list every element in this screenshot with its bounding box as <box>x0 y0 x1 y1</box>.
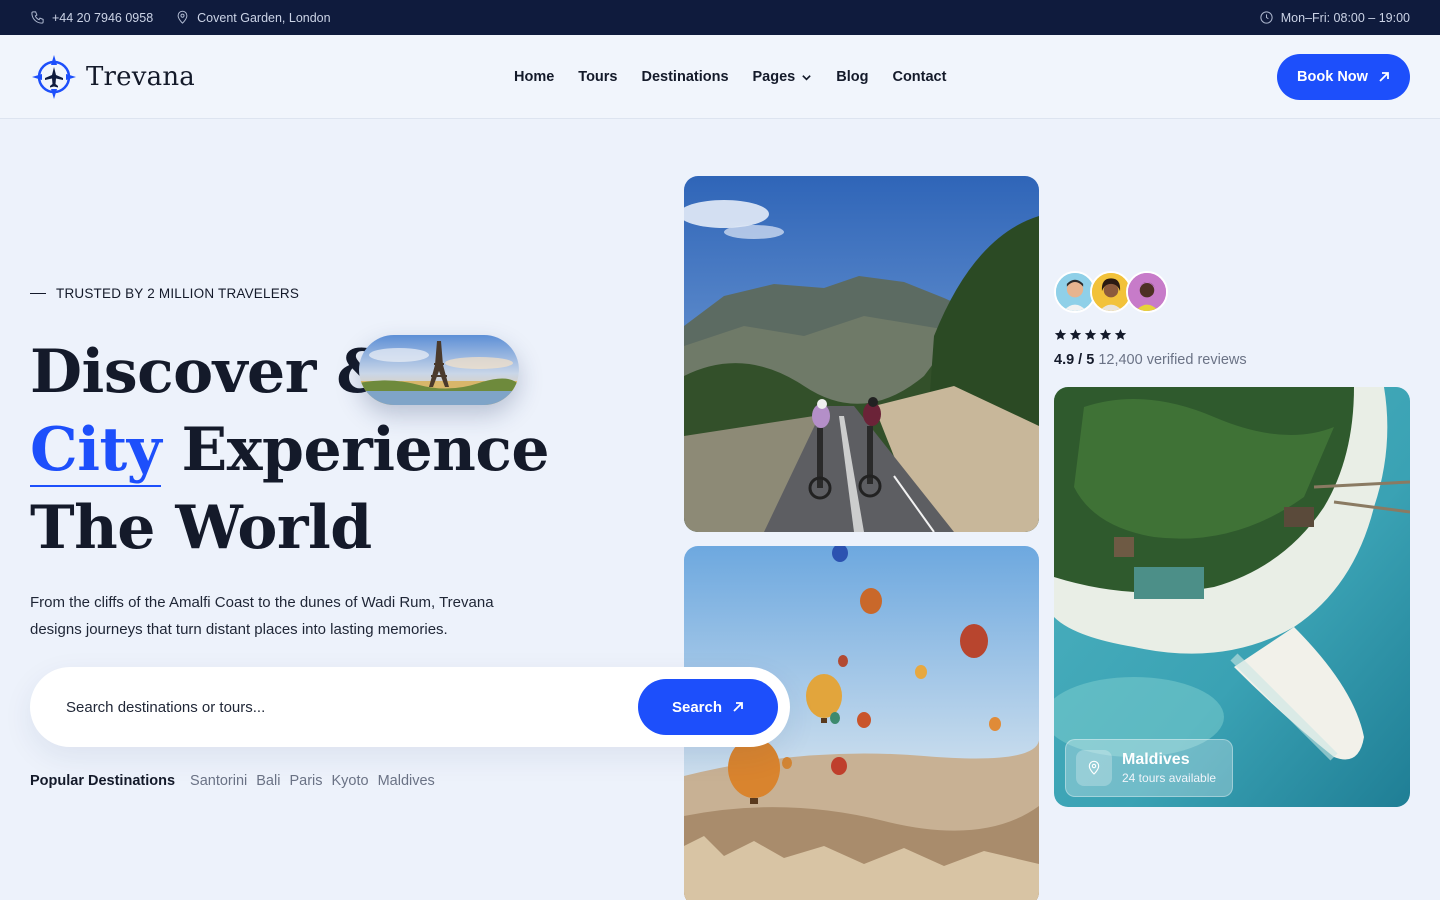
star-icon <box>1114 329 1127 340</box>
site-header: Trevana Home Tours Destinations Pages Bl… <box>0 35 1440 119</box>
search-input[interactable] <box>66 698 638 716</box>
popular-link-bali[interactable]: Bali <box>256 773 280 789</box>
popular-label: Popular Destinations <box>30 773 176 789</box>
rating-score: 4.9 / 5 <box>1054 352 1095 368</box>
destination-card[interactable]: Maldives 24 tours available <box>1065 739 1233 797</box>
reviewer-avatars <box>1054 271 1168 313</box>
star-icon <box>1099 329 1112 340</box>
book-now-label: Book Now <box>1297 68 1368 85</box>
hero-eyebrow: TRUSTED BY 2 MILLION TRAVELERS <box>30 286 299 301</box>
compass-plane-icon <box>32 54 76 99</box>
nav-blog[interactable]: Blog <box>836 69 868 85</box>
nav-home[interactable]: Home <box>514 69 554 85</box>
eyebrow-dash <box>30 292 46 295</box>
pin-badge <box>1076 750 1112 786</box>
rating-summary: 4.9 / 5 12,400 verified reviews <box>1054 352 1247 368</box>
search-bar: Search <box>30 667 790 747</box>
arrow-up-right-icon <box>1379 71 1389 82</box>
popular-destinations: Popular Destinations Santorini Bali Pari… <box>30 773 435 789</box>
clock-icon <box>1260 11 1273 24</box>
address-info: Covent Garden, London <box>175 10 331 25</box>
headline-line-2-rest: Experience <box>161 415 550 485</box>
popular-link-paris[interactable]: Paris <box>289 773 322 789</box>
search-button-label: Search <box>671 698 723 716</box>
star-icon <box>1084 329 1097 340</box>
destination-subtitle: 24 tours available <box>1122 771 1217 785</box>
map-pin-icon <box>177 10 188 24</box>
nav-tours[interactable]: Tours <box>578 69 617 85</box>
nav-pages-label: Pages <box>752 69 796 85</box>
cyclists-image <box>684 176 1039 532</box>
logo[interactable]: Trevana <box>30 53 195 101</box>
phone-info[interactable]: +44 20 7946 0958 <box>30 10 153 25</box>
arrow-up-right-icon <box>733 702 743 712</box>
map-pin-icon <box>1088 760 1100 775</box>
book-now-button[interactable]: Book Now <box>1277 53 1410 100</box>
popular-link-santorini[interactable]: Santorini <box>190 773 247 789</box>
destination-title: Maldives <box>1122 751 1190 768</box>
nav-destinations[interactable]: Destinations <box>642 69 729 85</box>
headline-line-3: The World <box>30 493 372 563</box>
eyebrow-text: TRUSTED BY 2 MILLION TRAVELERS <box>56 286 300 301</box>
brand-name: Trevana <box>86 61 195 92</box>
nav-pages[interactable]: Pages <box>753 69 813 85</box>
search-button[interactable]: Search <box>638 679 778 735</box>
top-info-bar: +44 20 7946 0958 Covent Garden, London M… <box>0 0 1440 35</box>
main-nav: Home Tours Destinations Pages Blog Conta… <box>514 35 946 119</box>
destination-card-text: Maldives 24 tours available <box>1122 751 1216 785</box>
hours-text: Mon–Fri: 08:00 – 19:00 <box>1280 10 1410 25</box>
phone-icon <box>31 11 44 24</box>
popular-link-kyoto[interactable]: Kyoto <box>332 773 369 789</box>
headline-line-2: City Experience <box>30 411 550 489</box>
review-count: 12,400 verified reviews <box>1098 352 1247 368</box>
nav-contact[interactable]: Contact <box>892 69 946 85</box>
hero-description: From the cliffs of the Amalfi Coast to t… <box>30 594 494 638</box>
avatar <box>1126 271 1168 313</box>
paris-pill-image <box>359 335 519 405</box>
cyclists-mountain-photo <box>684 176 1039 532</box>
rating-stars <box>1054 328 1127 341</box>
headline-accent-word: City <box>30 415 162 487</box>
phone-number: +44 20 7946 0958 <box>52 10 154 25</box>
star-icon <box>1069 329 1082 340</box>
address-text: Covent Garden, London <box>197 10 331 25</box>
star-icon <box>1054 329 1067 340</box>
eiffel-tower-image <box>359 335 519 405</box>
popular-link-maldives[interactable]: Maldives <box>378 773 435 789</box>
chevron-down-icon <box>802 74 812 81</box>
hours-info: Mon–Fri: 08:00 – 19:00 <box>1259 10 1410 25</box>
